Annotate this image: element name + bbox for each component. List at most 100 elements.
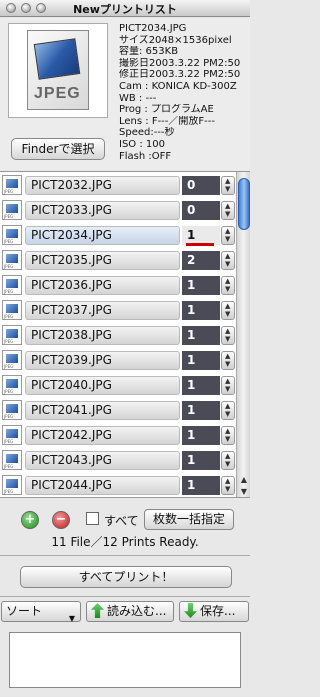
print-count[interactable]: 1 [182,451,220,470]
file-name[interactable]: PICT2040.JPG [25,376,180,395]
load-button[interactable]: 読み込む... [86,601,174,622]
notes-field[interactable] [9,632,241,688]
file-name[interactable]: PICT2037.JPG [25,301,180,320]
file-name[interactable]: PICT2041.JPG [25,401,180,420]
print-count[interactable]: 1 [182,476,220,495]
sort-popup-button[interactable]: ソート ▼ [1,601,81,623]
count-stepper[interactable]: ▲ ▼ [221,351,235,370]
print-count[interactable]: 1 [182,351,220,370]
jpeg-file-icon [2,425,22,445]
file-name[interactable]: PICT2035.JPG [25,251,180,270]
print-count[interactable]: 1 [182,301,220,320]
file-row[interactable]: PICT2042.JPG1▲▼ [0,422,236,447]
file-row[interactable]: PICT2033.JPG0▲▼ [0,197,236,222]
print-count[interactable]: 1 [182,326,220,345]
file-name[interactable]: PICT2034.JPG [25,226,180,245]
stepper-down-icon[interactable]: ▼ [225,211,230,218]
count-stepper[interactable]: ▲ ▼ [221,401,235,420]
edit-indicator [186,243,214,246]
count-stepper[interactable]: ▲ ▼ [221,176,235,195]
count-stepper[interactable]: ▲ ▼ [221,451,235,470]
stepper-up-icon[interactable]: ▲ [225,428,230,435]
file-name[interactable]: PICT2032.JPG [25,176,180,195]
stepper-up-icon[interactable]: ▲ [225,203,230,210]
count-stepper[interactable]: ▲ ▼ [221,226,235,245]
stepper-down-icon[interactable]: ▼ [225,311,230,318]
print-count[interactable]: 1 [182,276,220,295]
file-row[interactable]: PICT2032.JPG0▲▼ [0,172,236,197]
print-count[interactable]: 1 [182,401,220,420]
scroll-down-arrow-icon[interactable]: ▼ [239,487,249,497]
list-scrollbar[interactable]: ▲ ▼ [236,172,250,497]
jpeg-file-icon [2,325,22,345]
scroll-up-arrow-icon[interactable]: ▲ [239,475,249,485]
print-count[interactable]: 0 [182,201,220,220]
jpeg-file-icon [2,475,22,495]
file-name[interactable]: PICT2039.JPG [25,351,180,370]
file-row[interactable]: PICT2038.JPG1▲▼ [0,322,236,347]
print-count[interactable]: 1 [182,376,220,395]
count-stepper[interactable]: ▲ ▼ [221,276,235,295]
stepper-up-icon[interactable]: ▲ [225,278,230,285]
stepper-up-icon[interactable]: ▲ [225,403,230,410]
remove-file-button[interactable]: − [52,511,70,529]
count-stepper[interactable]: ▲ ▼ [221,201,235,220]
file-name[interactable]: PICT2038.JPG [25,326,180,345]
file-name[interactable]: PICT2043.JPG [25,451,180,470]
print-count[interactable]: 0 [182,176,220,195]
stepper-up-icon[interactable]: ▲ [225,328,230,335]
stepper-down-icon[interactable]: ▼ [225,461,230,468]
metadata-line: Lens : F---／開放F--- [119,115,215,127]
file-name[interactable]: PICT2036.JPG [25,276,180,295]
bulk-count-button[interactable]: 枚数一括指定 [144,509,234,530]
file-row[interactable]: PICT2037.JPG1▲▼ [0,297,236,322]
stepper-down-icon[interactable]: ▼ [225,361,230,368]
file-name[interactable]: PICT2042.JPG [25,426,180,445]
stepper-down-icon[interactable]: ▼ [225,261,230,268]
file-list[interactable]: PICT2044.JPG1▲▼PICT2043.JPG1▲▼PICT2042.J… [0,171,250,498]
jpeg-file-icon [2,350,22,370]
file-row[interactable]: PICT2041.JPG1▲▼ [0,397,236,422]
stepper-down-icon[interactable]: ▼ [225,336,230,343]
file-row[interactable]: PICT2035.JPG2▲▼ [0,247,236,272]
file-row[interactable]: PICT2043.JPG1▲▼ [0,447,236,472]
divider [0,596,250,597]
stepper-down-icon[interactable]: ▼ [225,411,230,418]
stepper-down-icon[interactable]: ▼ [225,486,230,493]
stepper-up-icon[interactable]: ▲ [225,253,230,260]
count-stepper[interactable]: ▲ ▼ [221,301,235,320]
count-stepper[interactable]: ▲ ▼ [221,326,235,345]
count-stepper[interactable]: ▲ ▼ [221,251,235,270]
jpeg-file-icon [2,375,22,395]
file-row[interactable]: PICT2044.JPG1▲▼ [0,472,236,497]
print-all-button[interactable]: すべてプリント！ [20,566,232,588]
count-stepper[interactable]: ▲ ▼ [221,476,235,495]
stepper-up-icon[interactable]: ▲ [225,303,230,310]
save-button[interactable]: 保存... [179,601,249,622]
file-name[interactable]: PICT2044.JPG [25,476,180,495]
reveal-in-finder-button[interactable]: Finderで選択 [11,138,105,160]
print-count[interactable]: 1 [182,426,220,445]
stepper-up-icon[interactable]: ▲ [225,178,230,185]
stepper-up-icon[interactable]: ▲ [225,353,230,360]
file-row[interactable]: PICT2039.JPG1▲▼ [0,347,236,372]
file-row[interactable]: PICT2034.JPG1▲▼ [0,222,236,247]
stepper-down-icon[interactable]: ▼ [225,236,230,243]
file-row[interactable]: PICT2036.JPG1▲▼ [0,272,236,297]
add-file-button[interactable]: + [21,511,39,529]
print-count[interactable]: 2 [182,251,220,270]
select-all-checkbox[interactable] [86,512,99,525]
stepper-up-icon[interactable]: ▲ [225,228,230,235]
stepper-up-icon[interactable]: ▲ [225,478,230,485]
file-row[interactable]: PICT2040.JPG1▲▼ [0,372,236,397]
stepper-up-icon[interactable]: ▲ [225,378,230,385]
scroll-thumb[interactable] [238,178,250,230]
stepper-down-icon[interactable]: ▼ [225,436,230,443]
stepper-down-icon[interactable]: ▼ [225,286,230,293]
stepper-down-icon[interactable]: ▼ [225,186,230,193]
count-stepper[interactable]: ▲ ▼ [221,426,235,445]
stepper-down-icon[interactable]: ▼ [225,386,230,393]
file-name[interactable]: PICT2033.JPG [25,201,180,220]
stepper-up-icon[interactable]: ▲ [225,453,230,460]
count-stepper[interactable]: ▲ ▼ [221,376,235,395]
